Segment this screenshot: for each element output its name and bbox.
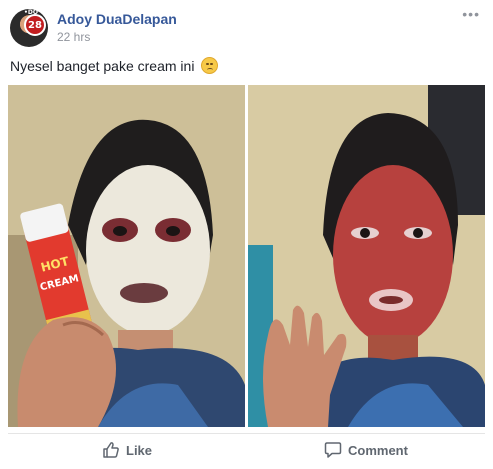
- thumbs-up-icon: [103, 442, 119, 458]
- post-caption: Nyesel banget pake cream ini: [10, 57, 219, 74]
- like-button[interactable]: Like: [102, 439, 152, 461]
- more-options-icon[interactable]: •••: [462, 6, 480, 22]
- post-card: •DO 28 Adoy DuaDelapan 22 hrs ••• Nyesel…: [0, 0, 493, 469]
- photo-right[interactable]: [248, 85, 485, 427]
- photo-left[interactable]: HOT CREAM: [8, 85, 245, 427]
- comment-label: Comment: [348, 442, 408, 458]
- caption-text: Nyesel banget pake cream ini: [10, 58, 195, 74]
- avatar-badge: 28: [24, 14, 46, 36]
- avatar[interactable]: •DO 28: [10, 9, 48, 47]
- post-timestamp[interactable]: 22 hrs: [57, 30, 90, 44]
- photo-right-illustration: [248, 85, 485, 427]
- worried-face-emoji-icon: [201, 57, 219, 74]
- like-label: Like: [126, 442, 153, 458]
- comment-bubble-icon: [324, 442, 342, 458]
- comment-button[interactable]: Comment: [324, 439, 408, 461]
- author-name[interactable]: Adoy DuaDelapan: [57, 11, 177, 27]
- photo-left-illustration: HOT CREAM: [8, 85, 245, 427]
- action-divider: [8, 433, 485, 434]
